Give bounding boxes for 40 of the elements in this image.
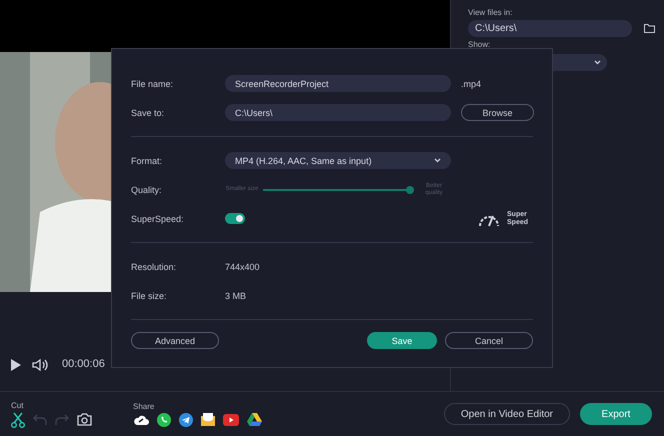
play-icon[interactable] [10,358,22,372]
phone-bubble-icon[interactable] [157,412,171,426]
folder-path-field[interactable]: C:\Users\ [468,20,632,37]
chevron-icon [434,158,441,163]
field-label: Format: [131,156,164,166]
speaker-icon[interactable] [32,358,48,372]
browse-button[interactable]: Browse [461,104,534,121]
field-label: Quality: [131,184,163,194]
view-files-label: View files in: [468,8,514,17]
cancel-button[interactable]: Cancel [445,332,533,349]
superspeed-toggle[interactable] [225,213,245,224]
cut-label: Cut [11,400,24,410]
field-label: Resolution: [131,262,178,272]
field-label: Save to: [131,108,166,118]
share-label: Share [133,402,156,410]
file-name-field[interactable]: ScreenRecorderProject [225,75,451,92]
field-label: File size: [131,290,168,300]
show-label: Show: [468,40,492,49]
advanced-button[interactable]: Advanced [131,332,219,349]
save-button[interactable]: Save [367,332,437,349]
cloud-link-icon[interactable] [133,414,149,426]
field-label: SuperSpeed: [131,214,185,224]
export-button[interactable]: Export [580,403,652,425]
paper-plane-icon[interactable] [179,412,193,426]
field-label: File name: [131,78,174,88]
triangle-logo-icon[interactable] [247,413,262,426]
format-dropdown[interactable]: MP4 (H.264, AAC, Same as input) [225,152,451,169]
playback-time: 00:00:06 [62,358,105,370]
extension-label: .mp4 [461,78,482,88]
folder-icon[interactable] [644,24,655,33]
slider-thumb[interactable] [406,186,414,194]
resolution-value: 744x400 [225,262,261,272]
chevron-icon [594,60,601,65]
scissors-icon[interactable] [11,412,25,428]
envelope-icon[interactable] [201,413,215,426]
open-in-video-editor-button[interactable]: Open in Video Editor [444,403,570,425]
save-path-field[interactable]: C:\Users\ [225,104,451,121]
file-size-value: 3 MB [225,290,248,300]
play-logo-icon[interactable] [223,414,239,426]
camera-icon[interactable] [77,413,92,426]
